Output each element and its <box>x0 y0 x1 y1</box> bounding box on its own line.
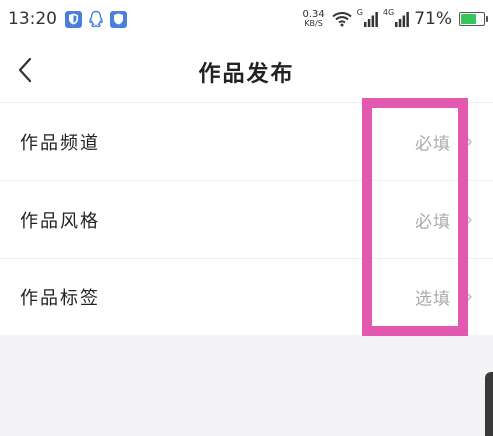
row-label: 作品风格 <box>20 210 100 232</box>
security-shield-icon <box>110 10 127 28</box>
chevron-right-icon <box>461 210 473 230</box>
battery-fill <box>461 14 477 24</box>
wifi-icon <box>332 11 352 27</box>
form-row-tags[interactable]: 作品标签 选填 <box>0 259 493 335</box>
row-label: 作品标签 <box>20 288 100 309</box>
signal-1-label: G <box>356 8 363 17</box>
battery-cap <box>486 16 488 22</box>
cell-signal-4g-icon <box>395 11 410 27</box>
network-speed-value: 0.34 <box>302 9 325 20</box>
cell-signal-icon <box>363 11 378 27</box>
row-value: 选填 <box>415 289 451 310</box>
row-value: 必填 <box>415 134 451 154</box>
battery-percent: 71% <box>414 9 452 29</box>
network-speed-unit: KB/S <box>304 19 323 28</box>
page-title: 作品发布 <box>198 62 295 87</box>
shield-icon <box>65 10 82 28</box>
status-left: 13:20 <box>8 8 127 30</box>
status-right: 0.34 KB/S G 4G 71% <box>302 6 488 32</box>
status-time: 13:20 <box>8 9 57 29</box>
row-label: 作品频道 <box>20 132 100 154</box>
network-speed: 0.34 KB/S <box>302 9 325 29</box>
form-row-channel[interactable]: 作品频道 必填 <box>0 103 493 181</box>
signal-2-label: 4G <box>382 8 395 17</box>
qq-penguin-icon <box>88 10 104 28</box>
row-value: 必填 <box>415 212 451 232</box>
form-row-style[interactable]: 作品风格 必填 <box>0 181 493 259</box>
chevron-right-icon <box>461 132 473 152</box>
scrollbar-thumb[interactable] <box>485 372 493 436</box>
nav-bar: 作品发布 <box>0 38 493 103</box>
battery-icon <box>459 12 488 26</box>
chevron-right-icon <box>461 287 473 307</box>
status-bar: 13:20 0.34 KB/S G 4G 71% <box>0 0 493 38</box>
form-list: 作品频道 必填 作品风格 必填 作品标签 选填 <box>0 103 493 335</box>
